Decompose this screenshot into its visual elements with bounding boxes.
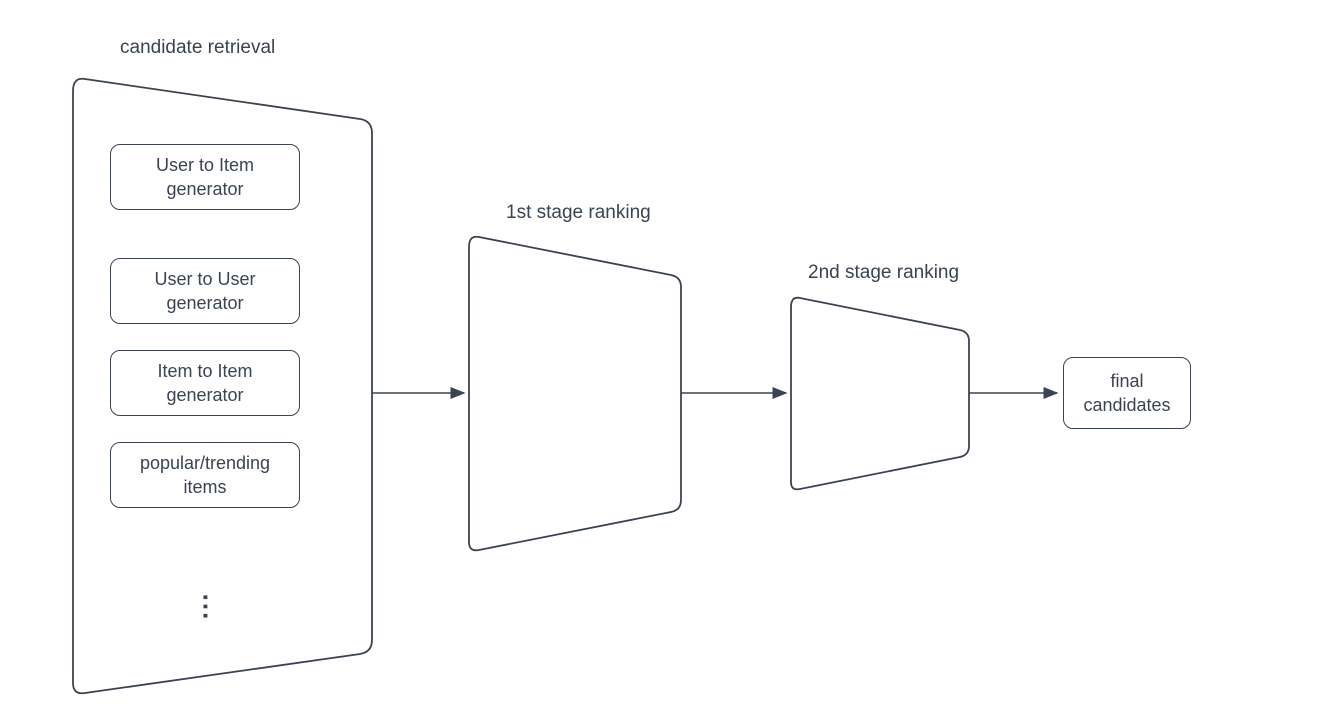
generator-user-to-item: User to Itemgenerator [110, 144, 300, 210]
stage2-title: 2nd stage ranking [808, 262, 959, 284]
stage2-funnel [791, 298, 969, 490]
generator-popular-trending: popular/trendingitems [110, 442, 300, 508]
ellipsis-icon: ... [196, 594, 227, 622]
candidate-retrieval-title: candidate retrieval [120, 37, 275, 59]
generator-user-to-user: User to Usergenerator [110, 258, 300, 324]
stage1-title: 1st stage ranking [506, 202, 651, 224]
generator-item-to-item: Item to Itemgenerator [110, 350, 300, 416]
final-candidates-box: finalcandidates [1063, 357, 1191, 429]
stage1-funnel [469, 237, 681, 551]
